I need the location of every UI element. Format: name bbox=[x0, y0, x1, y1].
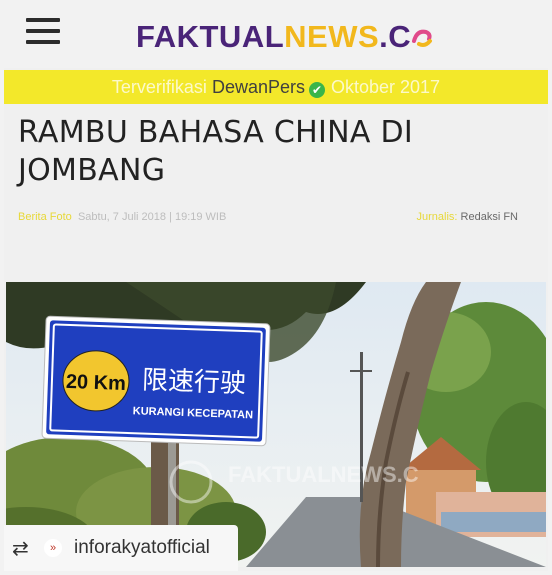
author-name[interactable]: Redaksi FN bbox=[461, 211, 518, 223]
verification-banner: Terverifikasi DewanPers ✔ Oktober 2017 bbox=[4, 70, 548, 104]
article-title: RAMBU BAHASA CHINA DI JOMBANG bbox=[18, 115, 414, 188]
screenshot-frame: FAKTUALNEWS.C Terverifikasi DewanPers ✔ Ok… bbox=[4, 4, 548, 571]
logo-swirl-icon bbox=[412, 29, 433, 47]
sign-speed-text: 20 Km bbox=[66, 371, 127, 395]
sign-chinese-text: 限速行驶 bbox=[141, 366, 246, 400]
logo-text-news: NEWS bbox=[284, 19, 380, 54]
banner-suffix: Oktober 2017 bbox=[331, 77, 441, 97]
photo-watermark: FAKTUALNEWS.C bbox=[228, 462, 419, 487]
article-category[interactable]: Berita Foto bbox=[18, 211, 72, 223]
article-author: Jurnalis: Redaksi FN bbox=[417, 211, 519, 223]
logo-text-domain: .C bbox=[379, 19, 412, 54]
repost-bar: ⇄ » inforakyatofficial bbox=[4, 525, 238, 571]
hamburger-menu-icon[interactable] bbox=[26, 18, 60, 48]
logo-text-faktual: FAKTUAL bbox=[136, 19, 285, 54]
site-logo[interactable]: FAKTUALNEWS.C bbox=[136, 19, 433, 55]
dewan-pers-mark: DewanPers bbox=[211, 77, 305, 97]
check-circle-icon: ✔ bbox=[309, 82, 325, 98]
article-date: Sabtu, 7 Juli 2018 | 19:19 WIB bbox=[77, 211, 227, 223]
article-meta: Berita Foto Sabtu, 7 Juli 2018 | 19:19 W… bbox=[18, 211, 226, 223]
avatar[interactable]: » bbox=[44, 539, 62, 557]
repost-username[interactable]: inforakyatofficial bbox=[74, 537, 210, 559]
repost-icon[interactable]: ⇄ bbox=[12, 536, 29, 561]
banner-prefix: Terverifikasi bbox=[111, 77, 207, 97]
site-header: FAKTUALNEWS.C bbox=[4, 4, 548, 68]
author-label: Jurnalis: bbox=[416, 211, 458, 223]
